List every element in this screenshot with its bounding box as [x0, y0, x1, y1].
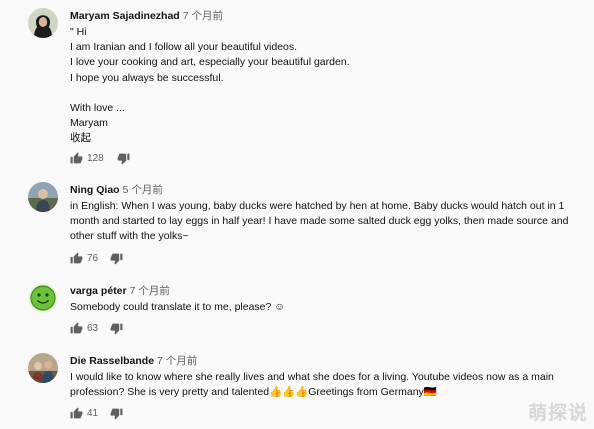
avatar[interactable]	[28, 8, 58, 38]
comment-text: " Hi I am Iranian and I follow all your …	[70, 25, 570, 146]
thumbs-down-icon[interactable]	[117, 152, 130, 168]
comment-line: profession? She is very pretty and talen…	[70, 386, 437, 399]
smiley-avatar-icon	[28, 283, 58, 313]
like-count: 63	[87, 323, 99, 334]
comment-line: With love ...	[70, 101, 125, 114]
comment-line: I am Iranian and I follow all your beaut…	[70, 41, 298, 54]
like-count: 128	[87, 153, 104, 164]
timestamp[interactable]: 7 个月前	[157, 355, 197, 367]
avatar[interactable]	[28, 353, 58, 383]
author-name[interactable]: Die Rasselbande	[70, 355, 154, 367]
watermark: 萌探说	[527, 403, 588, 424]
timestamp[interactable]: 7 个月前	[183, 10, 223, 22]
comment-header: Ning Qiao 5 个月前	[70, 183, 163, 197]
photo-avatar-icon	[28, 182, 58, 212]
comment-text: Somebody could translate it to me, pleas…	[70, 300, 570, 315]
collapse-link[interactable]: 收起	[70, 131, 570, 146]
thumbs-up-icon[interactable]	[70, 152, 83, 168]
comment-header: Die Rasselbande 7 个月前	[70, 354, 197, 368]
comment-header: Maryam Sajadinezhad 7 个月前	[70, 9, 223, 23]
like-count: 76	[87, 253, 99, 264]
avatar[interactable]	[28, 283, 58, 313]
comment-text: in English: When I was young, baby ducks…	[70, 199, 570, 245]
comment-line: I hope you always be successful.	[70, 71, 224, 84]
comment-line: " Hi	[70, 26, 87, 38]
thumbs-up-icon[interactable]	[70, 322, 83, 338]
comment-line: Maryam	[70, 117, 108, 130]
comment-line	[70, 86, 570, 101]
group-photo-avatar-icon	[28, 353, 58, 383]
comment-line: month and started to lay eggs in half ye…	[70, 215, 569, 228]
thumbs-down-icon[interactable]	[110, 252, 123, 268]
comment-line: I would like to know where she really li…	[70, 371, 554, 383]
comment-line: Somebody could translate it to me, pleas…	[70, 301, 286, 313]
comment-line: I love your cooking and art, especially …	[70, 56, 350, 69]
author-name[interactable]: Maryam Sajadinezhad	[70, 10, 180, 22]
avatar[interactable]	[28, 182, 58, 212]
thumbs-down-icon[interactable]	[110, 322, 123, 338]
thumbs-down-icon[interactable]	[110, 407, 123, 423]
comment-header: varga péter 7 个月前	[70, 284, 170, 298]
author-name[interactable]: Ning Qiao	[70, 184, 120, 196]
thumbs-up-icon[interactable]	[70, 252, 83, 268]
comment-line: in English: When I was young, baby ducks…	[70, 200, 565, 212]
timestamp[interactable]: 5 个月前	[123, 184, 163, 196]
author-name[interactable]: varga péter	[70, 285, 127, 297]
portrait-avatar-icon	[28, 8, 58, 38]
comment-text: I would like to know where she really li…	[70, 370, 570, 400]
timestamp[interactable]: 7 个月前	[130, 285, 170, 297]
like-count: 41	[87, 408, 99, 419]
thumbs-up-icon[interactable]	[70, 407, 83, 423]
comment-line: other stuff with the yolks~	[70, 230, 189, 243]
